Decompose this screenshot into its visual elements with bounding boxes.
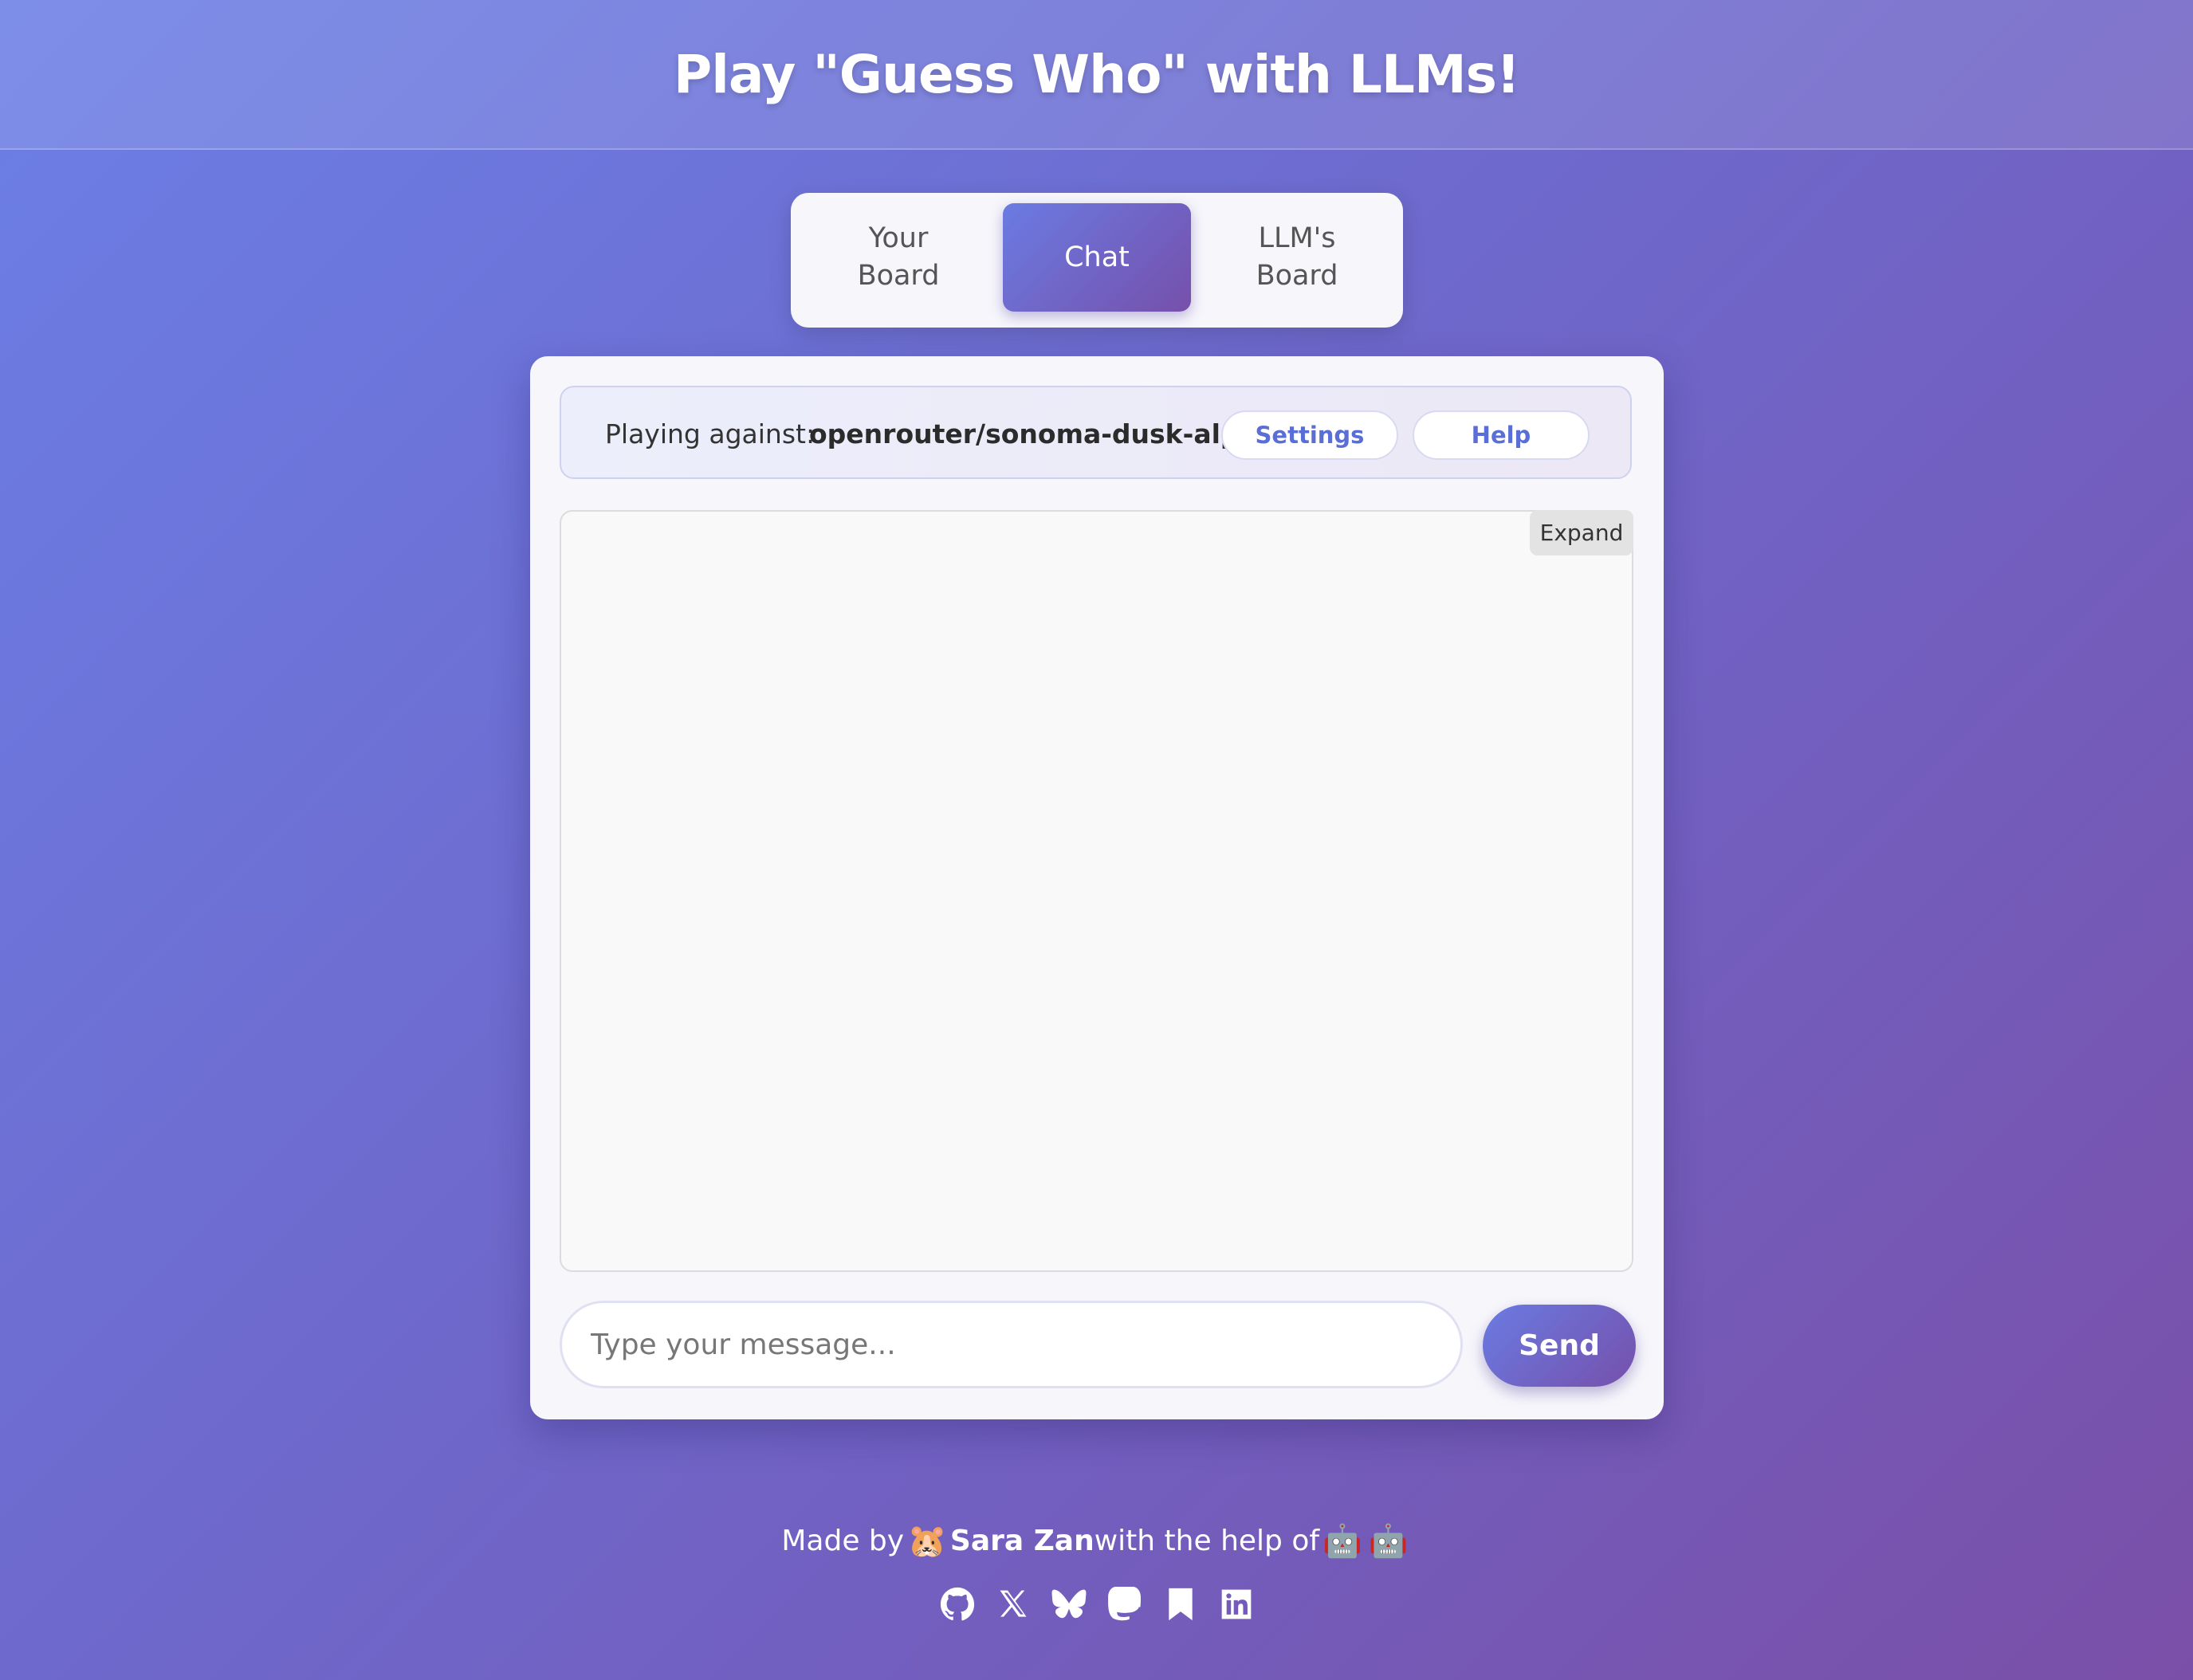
hamster-icon: 🐹 bbox=[907, 1522, 947, 1560]
bookmark-icon[interactable] bbox=[1163, 1587, 1198, 1622]
author-link[interactable]: Sara Zan bbox=[950, 1525, 1095, 1557]
mastodon-icon[interactable] bbox=[1107, 1587, 1142, 1622]
chat-panel: Playing against: openrouter/sonoma-dusk-… bbox=[530, 356, 1664, 1419]
credits: Made by 🐹 Sara Zan with the help of 🤖 🤖 bbox=[0, 1514, 2193, 1567]
robot-icon: 🤖 bbox=[1368, 1522, 1409, 1560]
help-text: with the help of bbox=[1094, 1524, 1320, 1557]
bluesky-icon[interactable] bbox=[1051, 1587, 1087, 1622]
tab-llms-board[interactable]: LLM's Board bbox=[1203, 203, 1391, 312]
opponent-model: openrouter/sonoma-dusk-alpha bbox=[809, 418, 1276, 449]
page-title: Play "Guess Who" with LLMs! bbox=[673, 43, 1520, 105]
settings-button[interactable]: Settings bbox=[1221, 410, 1398, 460]
github-icon[interactable] bbox=[940, 1587, 975, 1622]
help-button[interactable]: Help bbox=[1413, 410, 1590, 460]
tab-bar: Your Board Chat LLM's Board bbox=[791, 193, 1403, 328]
tab-label: Chat bbox=[1064, 241, 1130, 273]
opponent-label: Playing against: bbox=[605, 418, 815, 449]
opponent-info-bar: Playing against: openrouter/sonoma-dusk-… bbox=[560, 386, 1632, 479]
message-input[interactable] bbox=[560, 1301, 1463, 1388]
chat-messages-area[interactable]: Expand bbox=[560, 510, 1633, 1272]
tab-label: LLM's Board bbox=[1256, 222, 1338, 292]
robot-icon: 🤖 bbox=[1322, 1522, 1362, 1560]
tab-your-board[interactable]: Your Board bbox=[804, 203, 992, 312]
social-links bbox=[0, 1582, 2193, 1627]
app-header: Play "Guess Who" with LLMs! bbox=[0, 0, 2193, 150]
tab-label: Your Board bbox=[857, 222, 940, 292]
made-by-text: Made by bbox=[781, 1524, 905, 1557]
expand-button[interactable]: Expand bbox=[1530, 510, 1633, 555]
tab-chat[interactable]: Chat bbox=[1003, 203, 1191, 312]
linkedin-icon[interactable] bbox=[1219, 1587, 1254, 1622]
send-button[interactable]: Send bbox=[1483, 1305, 1636, 1387]
x-icon[interactable] bbox=[996, 1587, 1031, 1622]
